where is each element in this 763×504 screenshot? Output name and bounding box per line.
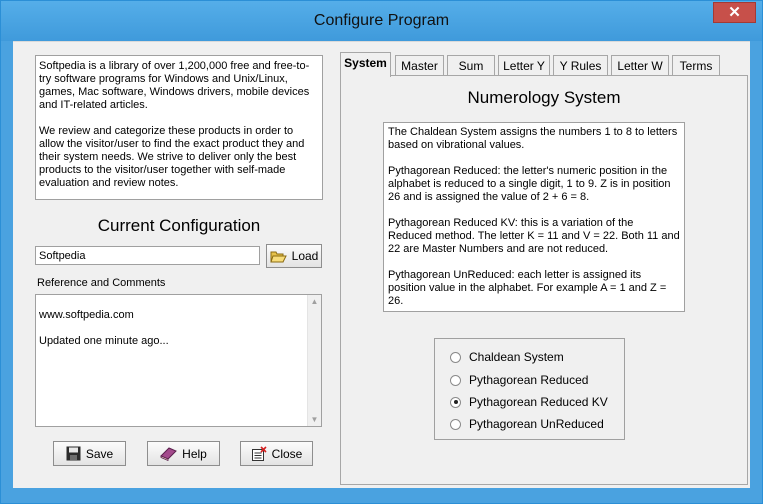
system-tab-panel: Numerology System The Chaldean System as… [340, 75, 748, 485]
reference-line: Updated one minute ago... [39, 335, 169, 347]
load-button-label: Load [291, 249, 319, 263]
system-description-paragraph: Pythagorean Reduced KV: this is a variat… [388, 217, 680, 255]
help-book-icon [160, 446, 178, 461]
configuration-name-input[interactable] [35, 246, 260, 265]
radio-pythagorean-reduced[interactable]: Pythagorean Reduced [450, 372, 588, 388]
tab-sum[interactable]: Sum [447, 55, 495, 76]
floppy-disk-icon [66, 446, 81, 461]
title-bar[interactable]: Configure Program ✕ [1, 1, 762, 41]
help-button[interactable]: Help [147, 441, 220, 466]
close-button-label: Close [271, 446, 303, 461]
tab-strip: System Master Sum Letter Y Y Rules Lette… [340, 52, 740, 77]
tab-master[interactable]: Master [395, 55, 444, 76]
radio-pythagorean-unreduced[interactable]: Pythagorean UnReduced [450, 416, 604, 432]
reference-comments-textarea[interactable]: www.softpedia.com Updated one minute ago… [35, 294, 322, 427]
system-description-paragraph: Pythagorean UnReduced: each letter is as… [388, 269, 667, 307]
intro-text-box: Softpedia is a library of over 1,200,000… [35, 55, 323, 200]
radio-button-selected[interactable] [450, 396, 461, 408]
reference-comments-label: Reference and Comments [37, 277, 166, 289]
system-description-paragraph: The Chaldean System assigns the numbers … [388, 126, 678, 151]
radio-chaldean-system[interactable]: Chaldean System [450, 349, 564, 365]
current-configuration-heading: Current Configuration [97, 216, 261, 235]
radio-button[interactable] [450, 418, 461, 430]
help-button-label: Help [182, 446, 207, 461]
scroll-up-arrow-icon[interactable]: ▲ [308, 295, 321, 308]
window-title: Configure Program [313, 12, 450, 29]
system-description-box: The Chaldean System assigns the numbers … [383, 122, 685, 312]
scroll-down-arrow-icon[interactable]: ▼ [308, 413, 321, 426]
numerology-system-heading: Numerology System [467, 88, 621, 107]
radio-button[interactable] [450, 374, 461, 386]
intro-paragraph: Softpedia is a library of over 1,200,000… [39, 60, 310, 111]
radio-button[interactable] [450, 351, 461, 363]
tab-y-rules[interactable]: Y Rules [553, 55, 608, 76]
folder-open-icon [269, 249, 287, 263]
client-area: Softpedia is a library of over 1,200,000… [13, 41, 750, 488]
load-button[interactable]: Load [266, 244, 322, 268]
save-button-label: Save [85, 446, 114, 461]
tab-system[interactable]: System [340, 52, 391, 77]
close-button[interactable]: Close [240, 441, 313, 466]
numerology-system-radio-group: Chaldean System Pythagorean Reduced Pyth… [434, 338, 625, 440]
radio-pythagorean-reduced-kv[interactable]: Pythagorean Reduced KV [450, 394, 608, 410]
save-button[interactable]: Save [53, 441, 126, 466]
radio-label: Chaldean System [469, 350, 564, 364]
tab-letter-w[interactable]: Letter W [611, 55, 669, 76]
reference-line: www.softpedia.com [39, 309, 134, 321]
configure-program-window: Configure Program ✕ Softpedia is a libra… [0, 0, 763, 504]
radio-label: Pythagorean Reduced KV [469, 395, 608, 409]
radio-label: Pythagorean Reduced [469, 373, 589, 387]
radio-label: Pythagorean UnReduced [469, 417, 604, 431]
tab-terms[interactable]: Terms [672, 55, 720, 76]
tab-letter-y[interactable]: Letter Y [498, 55, 550, 76]
window-close-button[interactable]: ✕ [713, 2, 756, 23]
close-document-icon [251, 445, 267, 462]
reference-scrollbar[interactable]: ▲ ▼ [307, 295, 321, 426]
intro-paragraph: We review and categorize these products … [39, 125, 305, 189]
system-description-paragraph: Pythagorean Reduced: the letter's numeri… [388, 165, 671, 203]
